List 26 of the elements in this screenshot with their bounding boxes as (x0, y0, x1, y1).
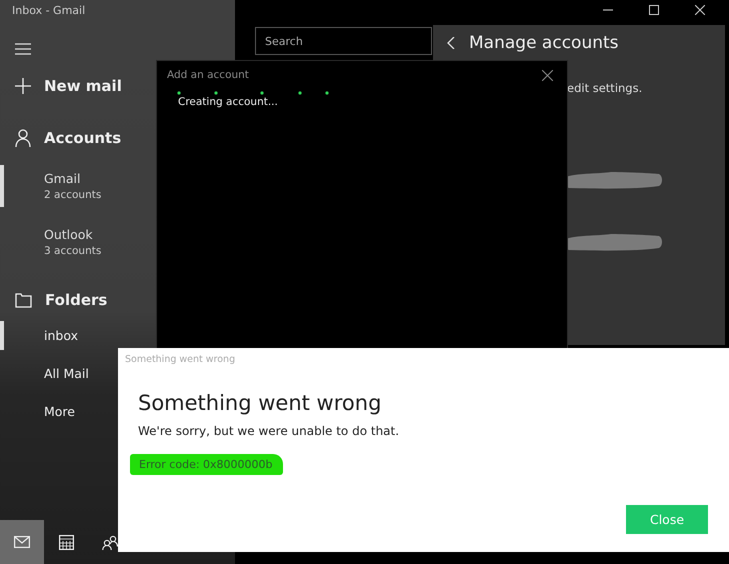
mail-icon (14, 536, 30, 548)
calendar-icon (58, 534, 74, 550)
error-heading: Something went wrong (138, 391, 382, 415)
close-icon[interactable] (695, 5, 705, 15)
back-icon[interactable] (447, 37, 455, 49)
panel-title: Manage accounts (469, 33, 619, 53)
account-item[interactable]: Outlook 3 accounts (0, 221, 235, 263)
folders-button[interactable]: Folders (15, 291, 108, 309)
person-icon (15, 129, 31, 147)
dialog-caption: Something went wrong (125, 354, 236, 365)
error-code: Error code: 0x8000000b (130, 454, 283, 475)
status-text: Creating account... (178, 96, 279, 108)
dialog-title: Add an account (167, 69, 249, 81)
accounts-button[interactable]: Accounts (15, 129, 122, 147)
maximize-icon[interactable] (649, 5, 659, 15)
error-message: We're sorry, but we were unable to do that. (138, 424, 400, 438)
people-icon (102, 534, 118, 550)
folder-icon (15, 292, 32, 308)
mail-button[interactable] (0, 520, 44, 564)
window-title: Inbox - Gmail (12, 4, 86, 17)
new-mail-button[interactable]: New mail (15, 77, 122, 95)
plus-icon (15, 78, 31, 94)
menu-icon[interactable] (15, 43, 31, 55)
close-icon[interactable] (542, 70, 553, 80)
search-field[interactable]: Search (255, 27, 432, 55)
hint-text: edit settings. (567, 81, 644, 95)
